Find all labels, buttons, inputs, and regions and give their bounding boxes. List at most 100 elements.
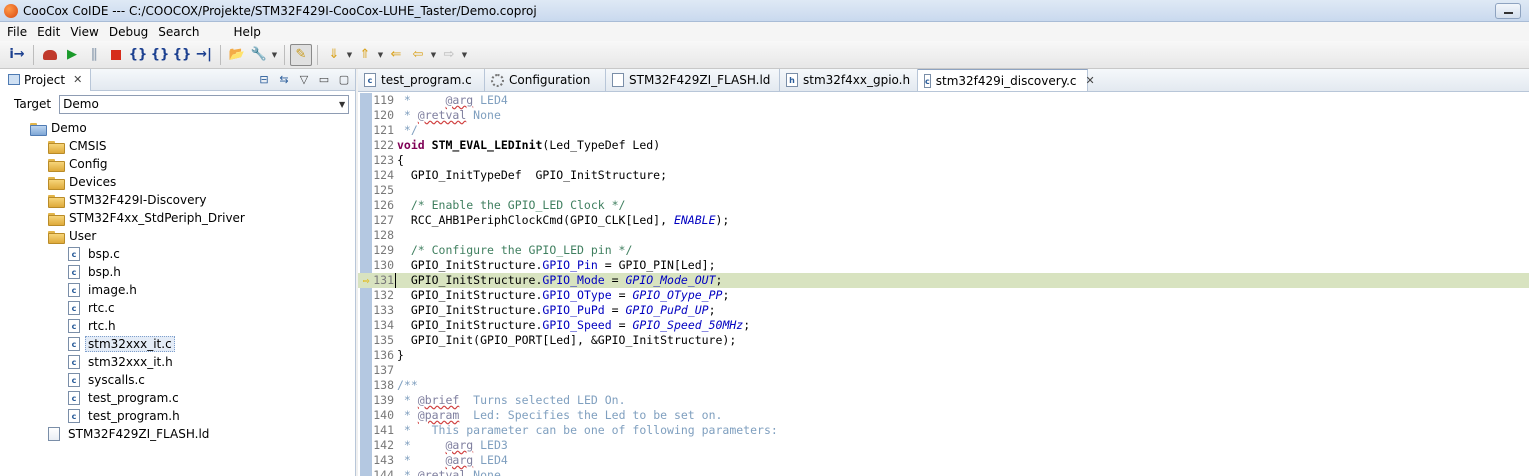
build-dropdown[interactable]: ▼ <box>270 51 279 59</box>
editor-tab[interactable]: c test_program.c <box>358 69 485 91</box>
code-line[interactable]: 139 * @brief Turns selected LED On. <box>358 393 1529 408</box>
code-line[interactable]: 122 void STM_EVAL_LEDInit(Led_TypeDef Led… <box>358 138 1529 153</box>
code-line[interactable]: 130 GPIO_InitStructure.GPIO_Pin = GPIO_P… <box>358 258 1529 273</box>
collapse-all-icon[interactable]: ⊟ <box>257 72 271 86</box>
menu-file[interactable]: File <box>2 25 32 39</box>
back-dropdown[interactable]: ▼ <box>429 51 438 59</box>
minimize-button[interactable] <box>1495 3 1521 19</box>
tree-item[interactable]: Devices <box>0 173 356 191</box>
code-line[interactable]: 121 */ <box>358 123 1529 138</box>
code-line[interactable]: 119 * @arg LED4 <box>358 93 1529 108</box>
tree-item[interactable]: c stm32xxx_it.c <box>0 335 356 353</box>
code-line[interactable]: 141 * This parameter can be one of follo… <box>358 423 1529 438</box>
code-line[interactable]: 132 GPIO_InitStructure.GPIO_OType = GPIO… <box>358 288 1529 303</box>
project-tab[interactable]: Project ✕ <box>0 68 92 91</box>
minimize-view-icon[interactable]: ▭ <box>317 72 331 86</box>
tree-item[interactable]: STM32F4xx_StdPeriph_Driver <box>0 209 356 227</box>
code-line[interactable]: 137 <box>358 363 1529 378</box>
menu-search[interactable]: Search <box>153 25 204 39</box>
code-line[interactable]: 134 GPIO_InitStructure.GPIO_Speed = GPIO… <box>358 318 1529 333</box>
tree-item[interactable]: c syscalls.c <box>0 371 356 389</box>
h-file-icon: h <box>786 73 798 87</box>
code-line[interactable]: 138/** <box>358 378 1529 393</box>
previous-annotation-dropdown[interactable]: ▼ <box>376 51 385 59</box>
forward-dropdown[interactable]: ▼ <box>460 51 469 59</box>
previous-annotation-button[interactable]: ⇑ <box>354 44 376 66</box>
tree-item[interactable]: c test_program.h <box>0 407 356 425</box>
link-with-editor-icon[interactable]: ⇆ <box>277 72 291 86</box>
suspend-button[interactable]: ∥ <box>83 44 105 66</box>
code-line[interactable]: 136} <box>358 348 1529 363</box>
code-text: * @arg LED4 <box>397 93 508 107</box>
run-to-line-button[interactable]: →| <box>193 44 215 66</box>
editor-tab[interactable]: STM32F429ZI_FLASH.ld <box>606 69 780 91</box>
last-edit-location-button[interactable]: ⇐ <box>385 44 407 66</box>
code-line[interactable]: 133 GPIO_InitStructure.GPIO_PuPd = GPIO_… <box>358 303 1529 318</box>
tree-item[interactable]: c stm32xxx_it.h <box>0 353 356 371</box>
tree-item[interactable]: c test_program.c <box>0 389 356 407</box>
tree-item[interactable]: Config <box>0 155 356 173</box>
code-line[interactable]: 120 * @retval None <box>358 108 1529 123</box>
step-return-button[interactable]: {} <box>171 44 193 66</box>
line-number: 121 <box>373 123 394 137</box>
menu-help[interactable]: Help <box>229 25 266 39</box>
code-text: * This parameter can be one of following… <box>397 423 778 437</box>
view-menu-icon[interactable]: ▽ <box>297 72 311 86</box>
code-line[interactable]: ⇨ 131 GPIO_InitStructure.GPIO_Mode = GPIO… <box>358 273 1529 288</box>
close-icon[interactable]: ✕ <box>73 73 82 86</box>
maximize-view-icon[interactable]: ▢ <box>337 72 351 86</box>
menu-view[interactable]: View <box>65 25 103 39</box>
target-select[interactable]: Demo ▼ <box>59 94 350 114</box>
step-return-icon: {} <box>172 47 192 62</box>
back-button[interactable]: ⇦ <box>407 44 429 66</box>
code-line[interactable]: 140 * @param Led: Specifies the Led to b… <box>358 408 1529 423</box>
menu-edit[interactable]: Edit <box>32 25 65 39</box>
build-button[interactable]: 🔧 <box>248 44 270 66</box>
toolbar: i→ ▶ ∥ {} {} {} →| 📂 🔧 ▼ ✎ ⇓ ▼ ⇑ ▼ ⇐ ⇦ ▼… <box>0 41 1529 69</box>
code-line[interactable]: 142 * @arg LED3 <box>358 438 1529 453</box>
tree-item[interactable]: c bsp.h <box>0 263 356 281</box>
code-line[interactable]: 144 * @retval None <box>358 468 1529 476</box>
run-button[interactable]: ▶ <box>61 44 83 66</box>
next-annotation-dropdown[interactable]: ▼ <box>345 51 354 59</box>
forward-button[interactable]: ⇨ <box>438 44 460 66</box>
code-line[interactable]: 135 GPIO_Init(GPIO_PORT[Led], &GPIO_Init… <box>358 333 1529 348</box>
line-number: 144 <box>373 468 394 476</box>
line-number: 138 <box>373 378 394 392</box>
code-line[interactable]: 123{ <box>358 153 1529 168</box>
code-line[interactable]: 125 <box>358 183 1529 198</box>
stop-button[interactable] <box>105 44 127 66</box>
tree-item[interactable]: c bsp.c <box>0 245 356 263</box>
code-line[interactable]: 124 GPIO_InitTypeDef GPIO_InitStructure; <box>358 168 1529 183</box>
open-project-button[interactable]: 📂 <box>226 44 248 66</box>
tree-item[interactable]: STM32F429I-Discovery <box>0 191 356 209</box>
editor-tab[interactable]: Configuration <box>485 69 606 91</box>
tree-item[interactable]: CMSIS <box>0 137 356 155</box>
tree-item[interactable]: Demo <box>0 119 356 137</box>
tree-item[interactable]: c rtc.c <box>0 299 356 317</box>
editor-tab[interactable]: h stm32f4xx_gpio.h <box>780 69 918 91</box>
c-file-icon: c <box>68 409 80 423</box>
tree-item[interactable]: c image.h <box>0 281 356 299</box>
next-annotation-button[interactable]: ⇓ <box>323 44 345 66</box>
tree-item[interactable]: User <box>0 227 356 245</box>
menu-debug[interactable]: Debug <box>104 25 153 39</box>
line-number: 134 <box>373 318 394 332</box>
tree-item-label: test_program.c <box>88 391 179 405</box>
close-icon[interactable]: ✕ <box>1086 74 1095 87</box>
code-line[interactable]: 143 * @arg LED4 <box>358 453 1529 468</box>
code-area[interactable]: 119 * @arg LED4 120 * @retval None 121 */1… <box>358 93 1529 476</box>
code-line[interactable]: 128 <box>358 228 1529 243</box>
toggle-mark-occurrences-button[interactable]: ✎ <box>290 43 312 66</box>
tree-item[interactable]: STM32F429ZI_FLASH.ld <box>0 425 356 443</box>
editor-tab-label: test_program.c <box>381 73 472 87</box>
step-into-instruction-button[interactable]: i→ <box>6 44 28 66</box>
reset-button[interactable] <box>39 44 61 66</box>
editor-tab[interactable]: c stm32f429i_discovery.c ✕ <box>918 69 1095 91</box>
code-line[interactable]: 127 RCC_AHB1PeriphClockCmd(GPIO_CLK[Led]… <box>358 213 1529 228</box>
step-into-button[interactable]: {} <box>127 44 149 66</box>
code-line[interactable]: 126 /* Enable the GPIO_LED Clock */ <box>358 198 1529 213</box>
step-over-button[interactable]: {} <box>149 44 171 66</box>
tree-item[interactable]: c rtc.h <box>0 317 356 335</box>
code-line[interactable]: 129 /* Configure the GPIO_LED pin */ <box>358 243 1529 258</box>
